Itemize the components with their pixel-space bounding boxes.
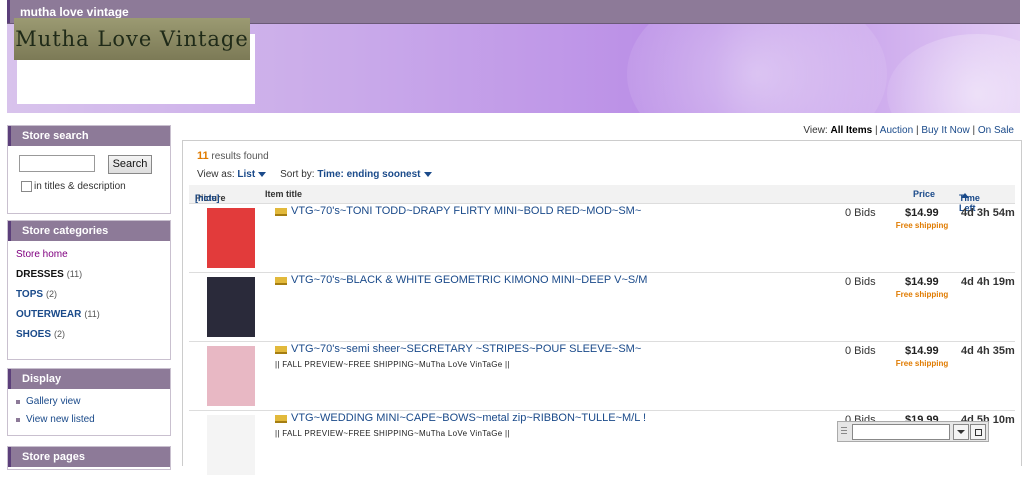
item-thumbnail[interactable]	[207, 208, 255, 268]
item-title-column-header: Item title	[265, 189, 303, 199]
crown-icon	[275, 208, 287, 216]
item-price: $14.99	[905, 207, 939, 219]
results-count: 11 results found	[197, 150, 269, 162]
store-categories-heading: Store categories	[8, 221, 170, 241]
toolbar-input[interactable]	[852, 424, 950, 440]
hide-pictures-link[interactable]: [hide]	[195, 193, 220, 203]
view-all-items[interactable]: All Items	[830, 125, 872, 136]
titles-description-checkbox[interactable]	[21, 181, 32, 192]
view-filter-bar: View: All Items | Auction | Buy It Now |…	[803, 125, 1014, 136]
separator: |	[874, 125, 878, 136]
time-left: 4d 4h 19m	[961, 276, 1015, 288]
bullet-icon	[16, 400, 20, 404]
store-title: mutha love vintage	[20, 5, 129, 19]
view-new-listed-link[interactable]: View new listed	[26, 414, 95, 425]
display-heading: Display	[8, 369, 170, 389]
view-auction-link[interactable]: Auction	[880, 125, 913, 136]
category-outerwear[interactable]: OUTERWEAR (11)	[16, 309, 100, 320]
store-pages-heading: Store pages	[8, 447, 170, 467]
sort-by-dropdown[interactable]: Time: ending soonest	[317, 169, 432, 180]
view-as-dropdown[interactable]: List	[237, 169, 267, 180]
item-title-link[interactable]: VTG~70's~semi sheer~SECRETARY ~STRIPES~P…	[291, 343, 641, 355]
bid-count: 0 Bids	[845, 207, 876, 219]
dropdown-caret-icon	[423, 171, 432, 177]
bullet-icon	[16, 418, 20, 422]
maximize-icon[interactable]	[970, 424, 986, 440]
sort-ascending-icon	[961, 193, 969, 198]
view-buy-it-now-link[interactable]: Buy It Now	[921, 125, 969, 136]
store-categories-panel: Store categories Store home DRESSES (11) …	[7, 220, 171, 360]
separator: |	[915, 125, 919, 136]
item-thumbnail[interactable]	[207, 277, 255, 337]
drag-handle-icon[interactable]	[841, 427, 847, 436]
table-row[interactable]: VTG~70's~TONI TODD~DRAPY FLIRTY MINI~BOL…	[189, 204, 1015, 273]
gallery-view-link[interactable]: Gallery view	[26, 396, 80, 407]
store-search-panel: Store search Search in titles & descript…	[7, 125, 171, 214]
shipping-label: Free shipping	[895, 221, 949, 230]
store-logo[interactable]: Mutha Love Vintage	[14, 18, 250, 60]
view-on-sale-link[interactable]: On Sale	[978, 125, 1014, 136]
store-search-input[interactable]	[19, 155, 95, 172]
crown-icon	[275, 277, 287, 285]
store-home-link[interactable]: Store home	[16, 249, 68, 260]
view-label: View:	[803, 125, 828, 136]
store-pages-panel: Store pages	[7, 446, 171, 470]
display-panel: Display Gallery view View new listed	[7, 368, 171, 436]
item-title-link[interactable]: VTG~70's~BLACK & WHITE GEOMETRIC KIMONO …	[291, 274, 647, 286]
search-button[interactable]: Search	[108, 155, 152, 174]
item-subtitle: || FALL PREVIEW~FREE SHIPPING~MuTha LoVe…	[275, 360, 510, 369]
shipping-label: Free shipping	[895, 359, 949, 368]
header-accent	[7, 0, 10, 23]
item-price: $14.99	[905, 276, 939, 288]
category-tops[interactable]: TOPS (2)	[16, 289, 57, 300]
banner-glow	[887, 34, 1020, 113]
bid-count: 0 Bids	[845, 276, 876, 288]
item-subtitle: || FALL PREVIEW~FREE SHIPPING~MuTha LoVe…	[275, 429, 510, 438]
banner-glow	[627, 24, 887, 113]
table-row[interactable]: VTG~70's~BLACK & WHITE GEOMETRIC KIMONO …	[189, 273, 1015, 342]
item-thumbnail[interactable]	[207, 415, 255, 475]
checkbox-label: in titles & description	[34, 181, 126, 192]
crown-icon	[275, 415, 287, 423]
crown-icon	[275, 346, 287, 354]
shipping-label: Free shipping	[895, 290, 949, 299]
column-header: Picture [hide] Item title Price Time Lef…	[189, 185, 1015, 213]
item-price: $14.99	[905, 345, 939, 357]
dropdown-arrow-icon[interactable]	[953, 424, 969, 440]
floating-toolbar[interactable]	[837, 421, 989, 442]
item-title-link[interactable]: VTG~70's~TONI TODD~DRAPY FLIRTY MINI~BOL…	[291, 205, 641, 217]
time-left: 4d 4h 35m	[961, 345, 1015, 357]
item-thumbnail[interactable]	[207, 346, 255, 406]
table-row[interactable]: VTG~70's~semi sheer~SECRETARY ~STRIPES~P…	[189, 342, 1015, 411]
dropdown-caret-icon	[258, 171, 267, 177]
price-column-header[interactable]: Price	[913, 189, 935, 199]
category-shoes[interactable]: SHOES (2)	[16, 329, 65, 340]
results-panel: 11 results found View as: List Sort by: …	[182, 140, 1022, 475]
time-left: 4d 3h 54m	[961, 207, 1015, 219]
view-sort-bar: View as: List Sort by: Time: ending soon…	[197, 169, 432, 180]
item-title-link[interactable]: VTG~WEDDING MINI~CAPE~BOWS~metal zip~RIB…	[291, 412, 646, 424]
store-search-heading: Store search	[8, 126, 170, 146]
bid-count: 0 Bids	[845, 345, 876, 357]
separator: |	[972, 125, 976, 136]
category-dresses[interactable]: DRESSES (11)	[16, 269, 82, 280]
